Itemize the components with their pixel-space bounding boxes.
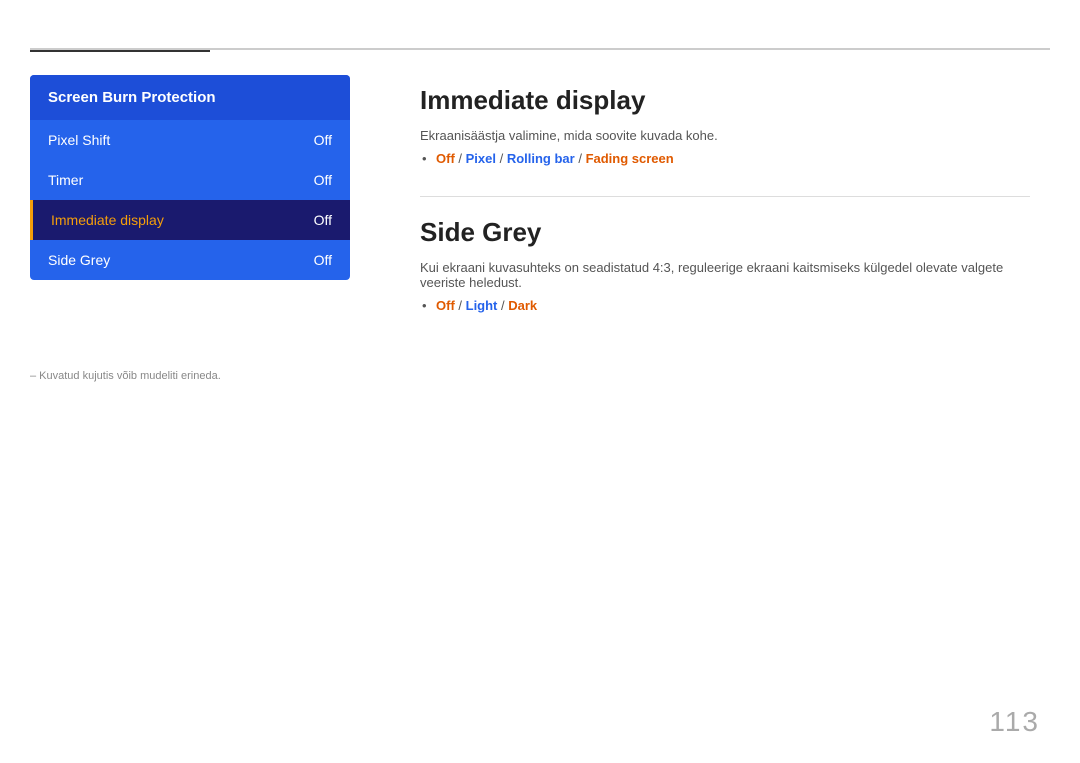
- side-grey-options-line: Off / Light / Dark: [436, 298, 1030, 313]
- sidebar-item-side-grey-label: Side Grey: [48, 252, 110, 268]
- page-number: 113: [989, 706, 1040, 738]
- opt-light: Light: [466, 298, 498, 313]
- opt-dark: Dark: [508, 298, 537, 313]
- immediate-display-title: Immediate display: [420, 85, 1030, 116]
- opt-off-2: Off: [436, 298, 455, 313]
- section-divider: [420, 196, 1030, 197]
- sidebar-item-timer-value: Off: [314, 172, 332, 188]
- sidebar-item-immediate-display-label: Immediate display: [51, 212, 164, 228]
- immediate-display-options: Off / Pixel / Rolling bar / Fading scree…: [420, 151, 1030, 166]
- sidebar-item-timer-label: Timer: [48, 172, 83, 188]
- immediate-display-description: Ekraanisäästja valimine, mida soovite ku…: [420, 128, 1030, 143]
- immediate-display-options-line: Off / Pixel / Rolling bar / Fading scree…: [436, 151, 1030, 166]
- opt-slash-4: /: [455, 298, 466, 313]
- sidebar-item-timer[interactable]: Timer Off: [30, 160, 350, 200]
- opt-fading: Fading screen: [586, 151, 674, 166]
- opt-slash-3: /: [575, 151, 586, 166]
- footer-note: – Kuvatud kujutis võib mudeliti erineda.: [30, 370, 221, 382]
- sidebar-item-immediate-display-value: Off: [314, 212, 332, 228]
- sidebar-item-pixel-shift-label: Pixel Shift: [48, 132, 110, 148]
- opt-slash-2: /: [496, 151, 507, 166]
- opt-slash-1: /: [455, 151, 466, 166]
- content-area: Immediate display Ekraanisäästja valimin…: [400, 75, 1050, 353]
- sidebar-item-side-grey-value: Off: [314, 252, 332, 268]
- sidebar-item-side-grey[interactable]: Side Grey Off: [30, 240, 350, 280]
- opt-pixel: Pixel: [466, 151, 496, 166]
- top-border: [30, 48, 1050, 50]
- side-grey-options: Off / Light / Dark: [420, 298, 1030, 313]
- sidebar-item-pixel-shift[interactable]: Pixel Shift Off: [30, 120, 350, 160]
- sidebar-item-pixel-shift-value: Off: [314, 132, 332, 148]
- sidebar-header: Screen Burn Protection: [30, 75, 350, 120]
- opt-slash-5: /: [497, 298, 508, 313]
- sidebar-item-immediate-display[interactable]: Immediate display Off: [30, 200, 350, 240]
- opt-off-1: Off: [436, 151, 455, 166]
- sidebar: Screen Burn Protection Pixel Shift Off T…: [30, 75, 350, 280]
- side-grey-title: Side Grey: [420, 217, 1030, 248]
- side-grey-description: Kui ekraani kuvasuhteks on seadistatud 4…: [420, 260, 1030, 290]
- opt-rolling: Rolling bar: [507, 151, 575, 166]
